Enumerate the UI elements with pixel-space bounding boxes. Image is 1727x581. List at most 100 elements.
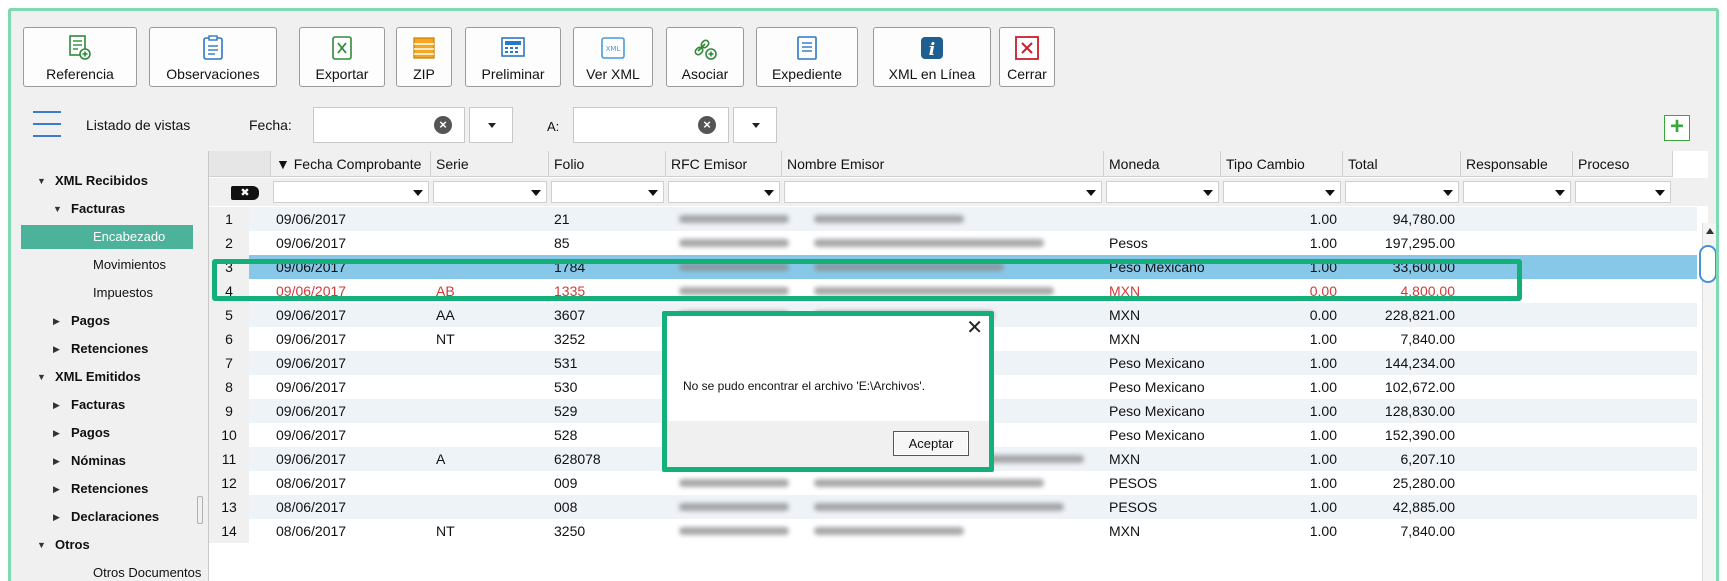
expand-down-icon[interactable]: ▼ [37, 169, 46, 193]
tree-item[interactable]: ▼ XML Recibidos [21, 169, 193, 193]
cell-serie [431, 375, 549, 399]
tree-item[interactable]: ▼ Facturas [21, 197, 193, 221]
column-header[interactable]: RFC Emisor [666, 151, 782, 177]
cerrar-button[interactable]: Cerrar [999, 27, 1055, 87]
redacted-text [814, 215, 964, 223]
table-row[interactable]: 14 08/06/2017 NT 3250 MXN 1.00 7,840.00 [209, 519, 1697, 543]
row-number: 2 [209, 231, 249, 255]
redacted-text [814, 503, 1064, 511]
tree-item[interactable]: ▶ Pagos [21, 309, 193, 333]
cell-folio: 3250 [554, 523, 586, 539]
dialog-close-icon[interactable]: ✕ [966, 318, 983, 338]
referencia-button[interactable]: Referencia [23, 27, 137, 87]
expand-right-icon[interactable]: ▶ [53, 421, 60, 445]
column-filter-dropdown[interactable] [1345, 181, 1459, 203]
menu-icon[interactable] [33, 111, 61, 137]
vertical-scrollbar[interactable] [1699, 223, 1716, 581]
column-filter-dropdown[interactable] [668, 181, 780, 203]
column-filter-dropdown[interactable] [1463, 181, 1571, 203]
column-header[interactable]: Nombre Emisor [782, 151, 1104, 177]
cell-tipo-cambio: 1.00 [1309, 523, 1337, 539]
clear-filter-icon[interactable]: ✖ [231, 186, 259, 200]
date-from-input[interactable]: × [313, 107, 465, 143]
expand-down-icon[interactable]: ▼ [37, 365, 46, 389]
tree-item[interactable]: ▶ Retenciones [21, 337, 193, 361]
column-header[interactable]: Responsable [1461, 151, 1573, 177]
tree-item[interactable]: Encabezado [21, 225, 193, 249]
cell-serie [431, 351, 549, 375]
add-view-button[interactable]: + [1664, 115, 1690, 141]
column-filter-dropdown[interactable] [784, 181, 1102, 203]
column-filter-dropdown[interactable] [551, 181, 664, 203]
tree-item[interactable]: ▶ Retenciones [21, 477, 193, 501]
expand-right-icon[interactable]: ▶ [53, 309, 60, 333]
column-filter-dropdown[interactable] [1223, 181, 1341, 203]
scroll-up-arrow[interactable] [1706, 228, 1714, 234]
expand-right-icon[interactable]: ▶ [53, 337, 60, 361]
column-filter-dropdown[interactable] [1106, 181, 1219, 203]
date-to-dropdown-button[interactable] [733, 107, 777, 143]
expand-down-icon[interactable]: ▼ [37, 533, 46, 557]
table-row[interactable]: 12 08/06/2017 009 PESOS 1.00 25,280.00 [209, 471, 1697, 495]
xml-en-linea-button[interactable]: i XML en Línea [873, 27, 991, 87]
cell-folio: 531 [554, 355, 578, 371]
tree-item[interactable]: Otros Documentos [21, 561, 201, 581]
aceptar-button[interactable]: Aceptar [893, 431, 969, 456]
column-filter-dropdown[interactable] [433, 181, 547, 203]
clear-date-from-icon[interactable]: × [434, 116, 452, 134]
expand-right-icon[interactable]: ▶ [53, 505, 60, 529]
column-header[interactable]: Folio [549, 151, 666, 177]
table-row[interactable]: 13 08/06/2017 008 PESOS 1.00 42,885.00 [209, 495, 1697, 519]
asociar-button[interactable]: Asociar [666, 27, 744, 87]
cell-moneda: MXN [1109, 451, 1141, 467]
panel-splitter[interactable] [196, 151, 204, 581]
cell-moneda: MXN [1109, 523, 1141, 539]
column-header[interactable]: Serie [431, 151, 549, 177]
zip-button[interactable]: ZIP [396, 27, 452, 87]
column-header[interactable]: ▼ Fecha Comprobante [271, 151, 431, 177]
expand-down-icon[interactable]: ▼ [53, 197, 62, 221]
tree-item[interactable]: Movimientos [21, 253, 193, 277]
to-label: A: [547, 119, 560, 134]
cell-total: 42,885.00 [1392, 499, 1455, 515]
column-header[interactable]: Moneda [1104, 151, 1221, 177]
clear-date-to-icon[interactable]: × [698, 116, 716, 134]
asociar-label: Asociar [681, 66, 729, 82]
date-from-dropdown-button[interactable] [469, 107, 513, 143]
tree-item[interactable]: ▶ Nóminas [21, 449, 193, 473]
exportar-button[interactable]: Exportar [299, 27, 385, 87]
cell-total: 7,840.00 [1400, 523, 1456, 539]
expand-right-icon[interactable]: ▶ [53, 393, 60, 417]
observaciones-button[interactable]: Observaciones [149, 27, 277, 87]
date-to-input[interactable]: × [573, 107, 729, 143]
tree-item[interactable]: ▶ Pagos [21, 421, 193, 445]
tree-item[interactable]: ▼ XML Emitidos [21, 365, 193, 389]
tree-item[interactable]: Impuestos [21, 281, 193, 305]
table-row[interactable]: 1 09/06/2017 21 1.00 94,780.00 [209, 207, 1697, 231]
preliminar-button[interactable]: Preliminar [465, 27, 561, 87]
expand-right-icon[interactable]: ▶ [53, 449, 60, 473]
column-filter-dropdown[interactable] [273, 181, 429, 203]
table-row[interactable]: 2 09/06/2017 85 Pesos 1.00 197,295.00 [209, 231, 1697, 255]
column-header[interactable]: Total [1343, 151, 1461, 177]
ver-xml-button[interactable]: XML Ver XML [573, 27, 653, 87]
expediente-button[interactable]: Expediente [756, 27, 858, 87]
tree-item[interactable]: ▶ Facturas [21, 393, 193, 417]
column-header[interactable]: Tipo Cambio [1221, 151, 1343, 177]
column-header[interactable]: Proceso [1573, 151, 1673, 177]
tree-item[interactable]: ▼ Otros [21, 533, 193, 557]
tree-item[interactable]: ▶ Declaraciones [21, 505, 193, 529]
dialog-message: No se pudo encontrar el archivo 'E:\Arch… [683, 379, 926, 393]
cell-serie [431, 207, 549, 231]
cell-folio: 529 [554, 403, 578, 419]
cell-tipo-cambio: 1.00 [1309, 427, 1337, 443]
expand-right-icon[interactable]: ▶ [53, 477, 60, 501]
dialog-footer: Aceptar [667, 421, 989, 467]
tree-item-label: Otros Documentos [93, 565, 202, 580]
cell-moneda: Peso Mexicano [1109, 355, 1205, 371]
column-filter-dropdown[interactable] [1575, 181, 1671, 203]
tree-item-label: Pagos [71, 313, 111, 328]
scroll-thumb[interactable] [1699, 245, 1716, 283]
cell-total: 228,821.00 [1384, 307, 1455, 323]
redacted-text [814, 479, 1044, 487]
